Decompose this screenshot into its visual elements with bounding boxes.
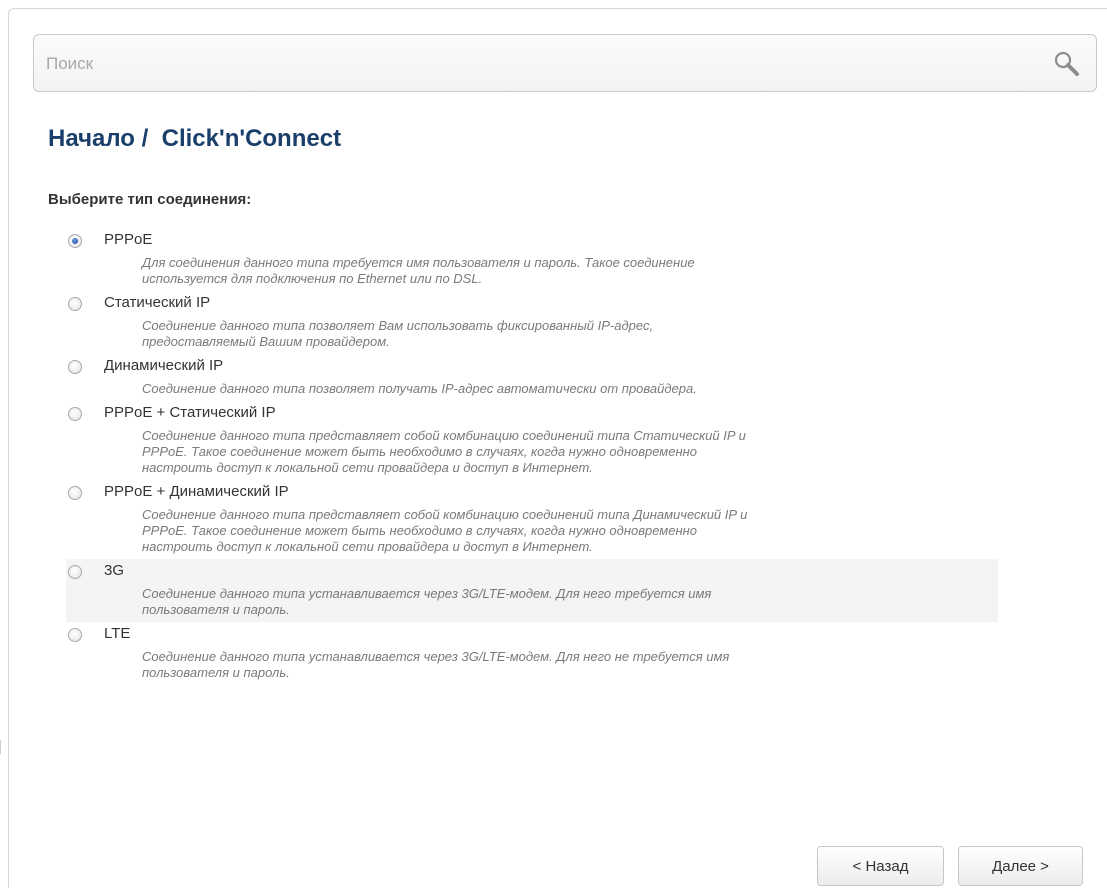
next-button[interactable]: Далее > <box>958 846 1083 886</box>
option-header: PPPoE + Динамический IP <box>66 480 998 507</box>
option-description-line: Соединение данного типа устанавливается … <box>142 649 730 664</box>
option-label[interactable]: PPPoE <box>104 231 152 248</box>
search-icon[interactable] <box>1052 49 1082 79</box>
panel-edge-mark <box>0 740 4 754</box>
option-description: Соединение данного типа устанавливается … <box>66 586 998 622</box>
option-description-line: PPPoE. Такое соединение может быть необх… <box>142 523 697 538</box>
option-description-line: пользователя и пароль. <box>142 602 290 617</box>
option-description: Соединение данного типа позволяет Вам ис… <box>66 318 998 354</box>
option-description-line: настроить доступ к локальной сети провай… <box>142 539 593 554</box>
option-radio-button[interactable] <box>68 565 82 579</box>
option-description-line: Соединение данного типа позволяет получа… <box>142 381 697 396</box>
option-description-line: Соединение данного типа представляет соб… <box>142 428 746 443</box>
option-radio-button[interactable] <box>68 297 82 311</box>
option-description-line: Соединение данного типа устанавливается … <box>142 586 712 601</box>
option-header: 3G <box>66 559 998 586</box>
option-description-line: Соединение данного типа позволяет Вам ис… <box>142 318 654 333</box>
connection-option: Динамический IP Соединение данного типа п… <box>66 354 998 401</box>
search-box <box>33 34 1097 92</box>
connection-option: 3G Соединение данного типа устанавливаетс… <box>66 559 998 622</box>
option-header: Динамический IP <box>66 354 998 381</box>
option-description: Соединение данного типа представляет соб… <box>66 428 998 480</box>
option-radio-button[interactable] <box>68 486 82 500</box>
option-description-line: предоставляемый Вашим провайдером. <box>142 334 390 349</box>
option-description-line: Соединение данного типа представляет соб… <box>142 507 748 522</box>
option-description: Соединение данного типа устанавливается … <box>66 649 998 685</box>
option-label[interactable]: LTE <box>104 625 130 642</box>
option-description-line: пользователя и пароль. <box>142 665 290 680</box>
section-title: Выберите тип соединения: <box>48 191 252 208</box>
option-header: LTE <box>66 622 998 649</box>
connection-type-options: PPPoE Для соединения данного типа требует… <box>66 228 998 685</box>
option-label[interactable]: PPPoE + Статический IP <box>104 404 276 421</box>
option-header: Статический IP <box>66 291 998 318</box>
option-radio-button[interactable] <box>68 360 82 374</box>
option-description-line: настроить доступ к локальной сети провай… <box>142 460 593 475</box>
connection-option: LTE Соединение данного типа устанавливает… <box>66 622 998 685</box>
option-description-line: используется для подключения по Ethernet… <box>142 271 483 286</box>
option-label[interactable]: PPPoE + Динамический IP <box>104 483 289 500</box>
option-label[interactable]: 3G <box>104 562 124 579</box>
search-input[interactable] <box>46 47 1026 81</box>
connection-option: PPPoE + Динамический IP Соединение данног… <box>66 480 998 559</box>
option-description-line: Для соединения данного типа требуется им… <box>142 255 695 270</box>
connection-option: PPPoE Для соединения данного типа требует… <box>66 228 998 291</box>
option-radio-button[interactable] <box>68 407 82 421</box>
option-radio-button[interactable] <box>68 628 82 642</box>
option-description: Соединение данного типа представляет соб… <box>66 507 998 559</box>
connection-option: PPPoE + Статический IP Соединение данного… <box>66 401 998 480</box>
option-description: Соединение данного типа позволяет получа… <box>66 381 998 401</box>
option-header: PPPoE + Статический IP <box>66 401 998 428</box>
connection-option: Статический IP Соединение данного типа по… <box>66 291 998 354</box>
option-description-line: PPPoE. Такое соединение может быть необх… <box>142 444 697 459</box>
back-button[interactable]: < Назад <box>817 846 944 886</box>
option-label[interactable]: Динамический IP <box>104 357 223 374</box>
option-radio-button[interactable] <box>68 234 82 248</box>
option-description: Для соединения данного типа требуется им… <box>66 255 998 291</box>
option-header: PPPoE <box>66 228 998 255</box>
page-title-breadcrumb: Начало / Click'n'Connect <box>48 125 342 152</box>
option-label[interactable]: Статический IP <box>104 294 210 311</box>
